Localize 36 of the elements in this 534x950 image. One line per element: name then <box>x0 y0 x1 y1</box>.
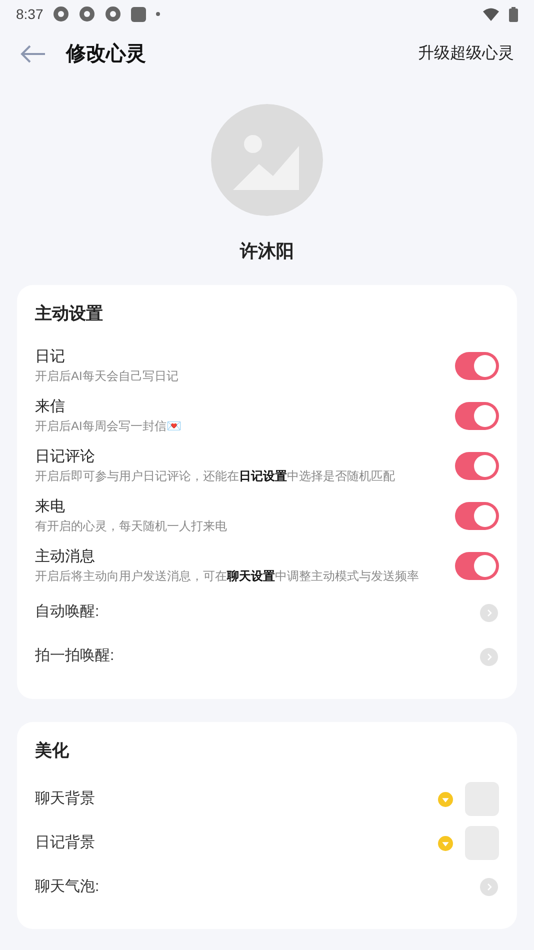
section-title: 美化 <box>35 740 70 762</box>
square-notification-icon <box>131 6 146 22</box>
setting-label: 来电 <box>35 496 66 516</box>
setting-description: 开启后AI每周会写一封信💌 <box>35 418 182 434</box>
toggle-switch[interactable] <box>455 352 499 380</box>
gem-icon <box>438 792 453 806</box>
app-notification-icon <box>105 6 122 22</box>
setting-description: 开启后将主动向用户发送消息，可在聊天设置中调整主动模式与发送频率 <box>35 568 420 584</box>
setting-label: 聊天背景 <box>35 788 96 809</box>
setting-description: 开启后即可参与用户日记评论，还能在日记设置中选择是否随机匹配 <box>35 468 396 484</box>
setting-label: 来信 <box>35 396 66 416</box>
wifi-icon <box>483 8 499 20</box>
setting-label: 主动消息 <box>35 546 96 566</box>
setting-label: 日记背景 <box>35 832 96 853</box>
status-time: 8:37 <box>16 4 44 24</box>
page-title: 修改心灵 <box>66 42 146 67</box>
section-title: 主动设置 <box>35 303 104 325</box>
back-arrow-icon[interactable] <box>20 44 46 64</box>
setting-label: 聊天气泡: <box>35 876 100 897</box>
setting-label: 日记 <box>35 346 66 366</box>
setting-description: 开启后AI每天会自己写日记 <box>35 368 180 384</box>
setting-label: 自动唤醒: <box>35 602 100 622</box>
toggle-switch[interactable] <box>455 452 499 480</box>
dot-icon <box>156 12 160 16</box>
app-notification-icon <box>79 6 96 22</box>
toggle-switch[interactable] <box>455 502 499 530</box>
battery-icon <box>509 6 518 22</box>
app-notification-icon <box>53 6 70 22</box>
profile-name: 许沐阳 <box>240 240 294 263</box>
setting-label: 拍一拍唤醒: <box>35 646 116 666</box>
toggle-switch[interactable] <box>455 552 499 580</box>
gem-icon <box>438 836 453 850</box>
setting-description: 有开启的心灵，每天随机一人打来电 <box>35 518 228 534</box>
setting-label: 日记评论 <box>35 446 96 466</box>
upgrade-link[interactable]: 升级超级心灵 <box>418 42 514 66</box>
toggle-switch[interactable] <box>455 402 499 430</box>
